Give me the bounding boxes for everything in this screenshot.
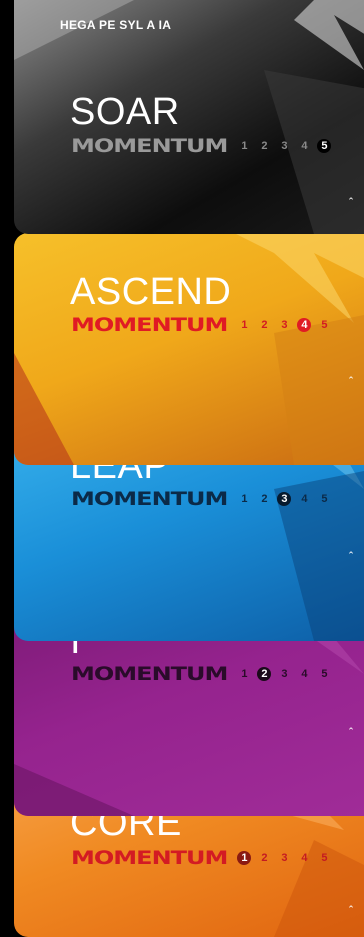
- brand-row: MOMENTUM 1 2 3 4 5: [71, 313, 337, 337]
- brand-row: MOMENTUM 1 2 3 4 5: [71, 487, 337, 511]
- level-number-5[interactable]: 5: [317, 851, 331, 865]
- momentum-wordmark: MOMENTUM: [71, 135, 228, 157]
- level-number-1[interactable]: 1: [237, 139, 251, 153]
- expand-icon[interactable]: ⌃: [346, 727, 356, 736]
- level-number-2[interactable]: 2: [257, 851, 271, 865]
- level-numbers: 1 2 3 4 5: [237, 667, 337, 681]
- momentum-wordmark: MOMENTUM: [71, 314, 228, 336]
- level-number-1[interactable]: 1: [237, 318, 251, 332]
- level-number-4[interactable]: 4: [297, 318, 312, 332]
- expand-icon[interactable]: ⌃: [346, 551, 356, 560]
- expand-icon[interactable]: ⌃: [346, 376, 356, 385]
- tab-soar-decor: [14, 0, 364, 234]
- expand-icon[interactable]: ⌃: [346, 197, 356, 206]
- level-number-4[interactable]: 4: [297, 667, 311, 681]
- level-number-1[interactable]: 1: [237, 667, 251, 681]
- level-number-4[interactable]: 4: [297, 492, 311, 506]
- level-number-3[interactable]: 3: [277, 139, 291, 153]
- level-numbers: 1 2 3 4 5: [237, 492, 337, 506]
- level-numbers: 1 2 3 4 5: [237, 851, 337, 865]
- expand-icon[interactable]: ⌃: [346, 905, 356, 914]
- level-number-2[interactable]: 2: [257, 139, 271, 153]
- level-number-1[interactable]: 1: [237, 851, 252, 865]
- level-number-4[interactable]: 4: [297, 139, 311, 153]
- momentum-wordmark: MOMENTUM: [71, 847, 228, 869]
- tab-ascend-decor: [14, 233, 364, 465]
- momentum-wordmark: MOMENTUM: [71, 663, 228, 685]
- header-caption: HEGA PE SYL A IA: [60, 18, 172, 32]
- level-number-1[interactable]: 1: [237, 492, 251, 506]
- level-number-5[interactable]: 5: [317, 318, 331, 332]
- brand-row: MOMENTUM 1 2 3 4 5: [71, 134, 337, 158]
- level-number-2[interactable]: 2: [257, 667, 272, 681]
- level-number-5[interactable]: 5: [317, 139, 332, 153]
- level-number-3[interactable]: 3: [277, 667, 291, 681]
- brand-row: MOMENTUM 1 2 3 4 5: [71, 662, 337, 686]
- tab-ascend[interactable]: ASCEND MOMENTUM 1 2 3 4 5 ⌃: [14, 233, 364, 465]
- momentum-wordmark: MOMENTUM: [71, 488, 228, 510]
- level-number-3[interactable]: 3: [277, 318, 291, 332]
- level-number-3[interactable]: 3: [277, 851, 291, 865]
- tab-soar[interactable]: HEGA PE SYL A IA SOAR MOMENTUM 1 2 3 4 5…: [14, 0, 364, 234]
- level-number-2[interactable]: 2: [257, 318, 271, 332]
- level-numbers: 1 2 3 4 5: [237, 139, 337, 153]
- momentum-level-selector: CORE MOMENTUM 1 2 3 4 5 ⌃ I MOMENTUM 1 2…: [0, 0, 364, 937]
- level-numbers: 1 2 3 4 5: [237, 318, 337, 332]
- level-title: SOAR: [70, 91, 180, 133]
- level-number-4[interactable]: 4: [297, 851, 311, 865]
- level-title: ASCEND: [70, 271, 232, 313]
- level-number-5[interactable]: 5: [317, 492, 331, 506]
- level-number-3[interactable]: 3: [277, 492, 292, 506]
- level-number-2[interactable]: 2: [257, 492, 271, 506]
- brand-row: MOMENTUM 1 2 3 4 5: [71, 846, 337, 870]
- level-number-5[interactable]: 5: [317, 667, 331, 681]
